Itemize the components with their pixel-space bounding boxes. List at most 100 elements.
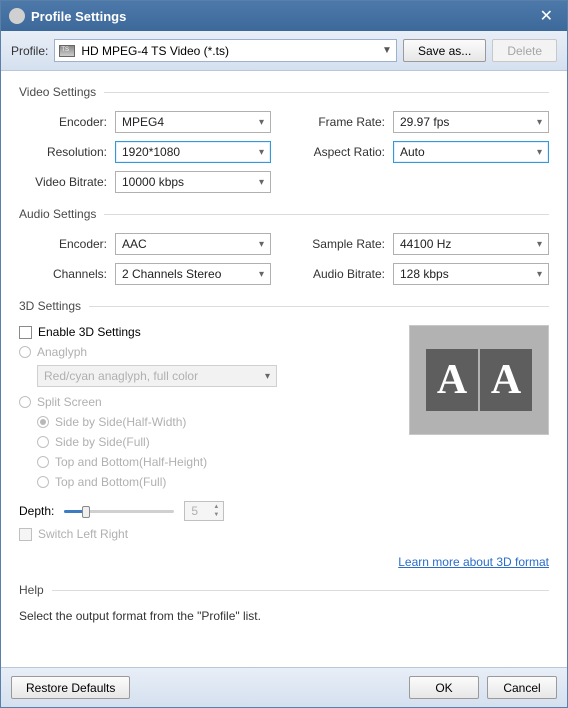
depth-label: Depth:: [19, 504, 54, 518]
tab-half-radio[interactable]: [37, 456, 49, 468]
profile-select[interactable]: HD MPEG-4 TS Video (*.ts) ▼: [54, 39, 397, 62]
format-icon: [59, 45, 75, 57]
divider: [89, 306, 549, 307]
audio-bitrate-label: Audio Bitrate:: [297, 267, 393, 281]
video-group-title: Video Settings: [19, 85, 96, 99]
switch-lr-label: Switch Left Right: [38, 527, 128, 541]
window-title: Profile Settings: [31, 9, 534, 24]
preview-right-a: A: [480, 349, 532, 411]
ok-button[interactable]: OK: [409, 676, 479, 699]
chevron-up-icon: ▲: [210, 503, 222, 511]
chevron-down-icon: ▾: [259, 177, 264, 188]
restore-defaults-label: Restore Defaults: [26, 681, 115, 695]
delete-label: Delete: [507, 44, 542, 58]
video-settings-group: Video Settings Encoder: MPEG4 ▾ Frame Ra…: [19, 85, 549, 193]
depth-value: 5: [191, 504, 198, 518]
divider: [104, 214, 549, 215]
profile-label: Profile:: [11, 44, 48, 58]
anaglyph-label: Anaglyph: [37, 345, 87, 359]
switch-lr-checkbox[interactable]: [19, 528, 32, 541]
help-group: Help Select the output format from the "…: [19, 583, 549, 623]
chevron-down-icon: ▾: [259, 269, 264, 280]
framerate-value: 29.97 fps: [400, 115, 537, 129]
app-icon: [9, 8, 25, 24]
video-encoder-select[interactable]: MPEG4 ▾: [115, 111, 271, 133]
chevron-down-icon: ▾: [537, 117, 542, 128]
resolution-label: Resolution:: [19, 145, 115, 159]
aspect-ratio-select[interactable]: Auto ▾: [393, 141, 549, 163]
aspect-value: Auto: [400, 145, 537, 159]
audio-group-title: Audio Settings: [19, 207, 96, 221]
framerate-select[interactable]: 29.97 fps ▾: [393, 111, 549, 133]
video-bitrate-value: 10000 kbps: [122, 175, 259, 189]
ok-label: OK: [435, 681, 452, 695]
depth-spinner[interactable]: 5 ▲▼: [184, 501, 224, 521]
anaglyph-value: Red/cyan anaglyph, full color: [44, 369, 265, 383]
3d-settings-group: 3D Settings Enable 3D Settings Anaglyph: [19, 299, 549, 569]
divider: [52, 590, 549, 591]
chevron-down-icon: ▾: [265, 371, 270, 382]
samplerate-label: Sample Rate:: [297, 237, 393, 251]
samplerate-value: 44100 Hz: [400, 237, 537, 251]
chevron-down-icon: ▼: [382, 45, 392, 56]
audio-encoder-value: AAC: [122, 237, 259, 251]
restore-defaults-button[interactable]: Restore Defaults: [11, 676, 130, 699]
audio-encoder-select[interactable]: AAC ▾: [115, 233, 271, 255]
channels-label: Channels:: [19, 267, 115, 281]
sbs-full-label: Side by Side(Full): [55, 435, 150, 449]
samplerate-select[interactable]: 44100 Hz ▾: [393, 233, 549, 255]
resolution-select[interactable]: 1920*1080 ▾: [115, 141, 271, 163]
sbs-half-label: Side by Side(Half-Width): [55, 415, 186, 429]
slider-thumb-icon: [82, 506, 90, 518]
audio-bitrate-value: 128 kbps: [400, 267, 537, 281]
preview-left-a: A: [426, 349, 478, 411]
chevron-down-icon: ▾: [537, 147, 542, 158]
delete-button[interactable]: Delete: [492, 39, 557, 62]
bottom-bar: Restore Defaults OK Cancel: [1, 667, 567, 707]
chevron-down-icon: ▾: [537, 269, 542, 280]
3d-group-title: 3D Settings: [19, 299, 81, 313]
enable-3d-label: Enable 3D Settings: [38, 325, 141, 339]
chevron-down-icon: ▾: [259, 117, 264, 128]
chevron-down-icon: ▾: [259, 147, 264, 158]
titlebar: Profile Settings ✕: [1, 1, 567, 31]
anaglyph-radio[interactable]: [19, 346, 31, 358]
resolution-value: 1920*1080: [122, 145, 259, 159]
video-bitrate-label: Video Bitrate:: [19, 175, 115, 189]
learn-more-link[interactable]: Learn more about 3D format: [19, 555, 549, 569]
audio-encoder-label: Encoder:: [19, 237, 115, 251]
divider: [104, 92, 549, 93]
audio-bitrate-select[interactable]: 128 kbps ▾: [393, 263, 549, 285]
enable-3d-checkbox[interactable]: [19, 326, 32, 339]
3d-preview: A A: [409, 325, 549, 435]
aspect-label: Aspect Ratio:: [297, 145, 393, 159]
audio-settings-group: Audio Settings Encoder: AAC ▾ Sample Rat…: [19, 207, 549, 285]
video-bitrate-select[interactable]: 10000 kbps ▾: [115, 171, 271, 193]
chevron-down-icon: ▾: [259, 239, 264, 250]
save-as-label: Save as...: [418, 44, 471, 58]
sbs-half-radio[interactable]: [37, 416, 49, 428]
sbs-full-radio[interactable]: [37, 436, 49, 448]
close-icon[interactable]: ✕: [534, 6, 559, 26]
channels-select[interactable]: 2 Channels Stereo ▾: [115, 263, 271, 285]
split-screen-label: Split Screen: [37, 395, 102, 409]
video-encoder-value: MPEG4: [122, 115, 259, 129]
cancel-label: Cancel: [503, 681, 540, 695]
split-screen-radio[interactable]: [19, 396, 31, 408]
tab-full-radio[interactable]: [37, 476, 49, 488]
channels-value: 2 Channels Stereo: [122, 267, 259, 281]
window: Profile Settings ✕ Profile: HD MPEG-4 TS…: [0, 0, 568, 708]
cancel-button[interactable]: Cancel: [487, 676, 557, 699]
help-group-title: Help: [19, 583, 44, 597]
chevron-down-icon: ▾: [537, 239, 542, 250]
profile-value: HD MPEG-4 TS Video (*.ts): [81, 44, 382, 58]
tab-full-label: Top and Bottom(Full): [55, 475, 166, 489]
save-as-button[interactable]: Save as...: [403, 39, 486, 62]
depth-slider[interactable]: [64, 504, 174, 518]
content-area: Video Settings Encoder: MPEG4 ▾ Frame Ra…: [1, 71, 567, 667]
anaglyph-mode-select[interactable]: Red/cyan anaglyph, full color ▾: [37, 365, 277, 387]
video-encoder-label: Encoder:: [19, 115, 115, 129]
chevron-down-icon: ▼: [210, 511, 222, 519]
tab-half-label: Top and Bottom(Half-Height): [55, 455, 207, 469]
framerate-label: Frame Rate:: [297, 115, 393, 129]
